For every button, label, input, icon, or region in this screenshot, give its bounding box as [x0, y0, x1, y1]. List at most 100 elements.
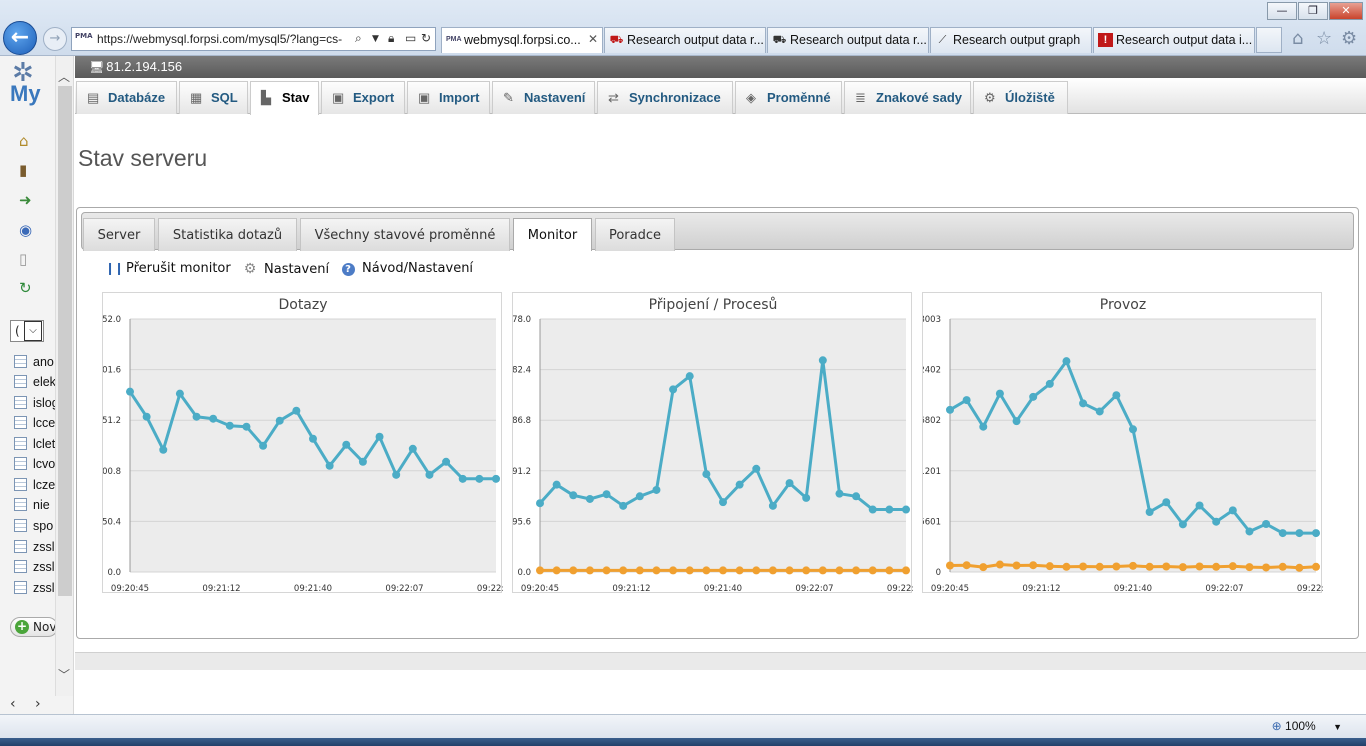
docs-icon[interactable]: ◉ [19, 221, 32, 239]
subtab-query-stats[interactable]: Statistika dotazů [158, 218, 297, 251]
table-list-item[interactable]: zssl [14, 581, 58, 599]
table-list-item[interactable]: lcze [14, 478, 58, 496]
tab-variables[interactable]: ◈ Proměnné [735, 81, 842, 114]
address-url: https://webmysql.forpsi.com/mysql5/?lang… [97, 32, 343, 46]
data-point [902, 505, 910, 514]
table-list-item[interactable]: lcce [14, 416, 58, 434]
horizontal-scrollbar[interactable]: ‹ › [0, 696, 74, 714]
address-bar[interactable]: PMA https://webmysql.forpsi.com/mysql5/?… [71, 27, 436, 51]
table-name: lcvo [33, 457, 56, 471]
table-list-item[interactable]: lclet [14, 437, 58, 455]
lock-icon[interactable]: 🔒︎ [388, 31, 394, 46]
scroll-down-icon[interactable]: ﹀ [58, 666, 70, 683]
search-icon[interactable]: ⌕ [355, 31, 362, 46]
chart-traffic: Provoz 78003 62402 46802 31201 15601 0 09:20:45… [922, 292, 1323, 594]
table-name: spo [33, 519, 54, 533]
x-tick-label: 09:21:12 [612, 584, 650, 594]
tab-status[interactable]: ▙ Stav [250, 81, 319, 115]
settings-label: Nastavení [264, 262, 330, 277]
tab-sql[interactable]: ▦ SQL [179, 81, 248, 114]
y-tick-label: 95.6 [513, 517, 531, 527]
table-list-item[interactable]: lcvo [14, 457, 58, 475]
dropdown-arrow-icon[interactable]: ▼ [372, 34, 379, 44]
chart-traffic-svg: Provoz 78003 62402 46802 31201 15601 0 09:20:45… [923, 297, 1323, 594]
data-point [1228, 562, 1237, 571]
browser-tab-5[interactable]: ! Research output data i... [1093, 27, 1255, 53]
tab-charsets[interactable]: ≣ Znakové sady [844, 81, 971, 114]
pma-favicon-icon: PMA [75, 32, 93, 40]
reload-icon[interactable]: ↻ [19, 279, 32, 297]
data-point [309, 434, 317, 443]
back-button[interactable]: ← [3, 21, 37, 55]
sync-icon: ⇄ [608, 90, 619, 105]
chart-queries: Dotazy 25252.0 20201.6 15151.2 10100.8 5050.4… [102, 292, 503, 594]
new-database-button[interactable]: + Nov [10, 617, 58, 637]
close-tab-icon[interactable]: ✕ [588, 32, 598, 46]
subtab-server[interactable]: Server [83, 218, 155, 251]
truck-icon: ⛟ [609, 34, 624, 46]
y-tick-label: 191.2 [513, 467, 531, 477]
status-panel: Server Statistika dotazů Všechny stavové… [76, 207, 1359, 639]
subtab-advisor[interactable]: Poradce [595, 218, 675, 251]
table-list-item[interactable]: zssl [14, 540, 58, 558]
browser-tab-label: webmysql.forpsi.co... [464, 33, 581, 47]
logout-icon[interactable]: ▮ [19, 161, 27, 179]
tab-databases[interactable]: ▤ Databáze [76, 81, 177, 114]
data-point [785, 479, 794, 488]
zoom-control[interactable]: ⊕ 100% ▼ [1272, 719, 1342, 733]
browser-tab-2[interactable]: ⛟ Research output data r... [604, 27, 766, 53]
new-tab-button[interactable] [1256, 27, 1282, 53]
tab-import[interactable]: ▣ Import [407, 81, 490, 114]
table-list-item[interactable]: zssl [14, 560, 58, 578]
browser-tab-4[interactable]: ⟋ Research output graph [930, 27, 1092, 53]
table-list-item[interactable]: ano [14, 355, 58, 373]
table-list-item[interactable]: islog [14, 396, 58, 414]
refresh-icon[interactable]: ↻ [421, 31, 431, 45]
restore-button[interactable]: ❐ [1298, 2, 1328, 20]
settings-link[interactable]: ⚙ Nastavení [243, 261, 329, 277]
tab-label: Export [353, 90, 395, 105]
subtab-all-status-variables[interactable]: Všechny stavové proměnné [300, 218, 510, 251]
tools-gear-icon[interactable]: ⚙ [1341, 28, 1357, 49]
query-window-icon[interactable]: ➜ [19, 191, 32, 209]
minimize-button[interactable]: — [1267, 2, 1297, 20]
scrollbar-thumb[interactable] [58, 86, 72, 596]
data-point [475, 474, 484, 483]
tab-storage[interactable]: ⚙ Úložiště [973, 81, 1068, 114]
server-address[interactable]: 81.2.194.156 [106, 59, 182, 74]
table-list-item[interactable]: spo [14, 519, 58, 537]
y-tick-label: 15601 [923, 517, 941, 527]
scroll-left-icon[interactable]: ‹ [10, 696, 16, 712]
window-close-button[interactable]: ✕ [1329, 2, 1363, 20]
browser-tab-3[interactable]: ⛟ Research output data r... [767, 27, 929, 53]
data-point [685, 372, 694, 381]
data-point [719, 498, 727, 507]
data-point [768, 566, 777, 575]
data-point [1062, 562, 1071, 571]
scroll-up-icon[interactable]: ︿ [58, 68, 70, 85]
data-point [1095, 407, 1104, 416]
doc-page-icon[interactable]: ▯ [19, 250, 27, 268]
x-tick-label: 09:22:35 [477, 584, 503, 594]
subtab-monitor[interactable]: Monitor [513, 218, 592, 251]
home-icon[interactable]: ⌂ [19, 132, 29, 150]
tab-settings[interactable]: ✎ Nastavení [492, 81, 595, 114]
table-list-item[interactable]: nie [14, 498, 58, 516]
navigation-scrollbar[interactable]: ︿ ﹀ [55, 56, 73, 696]
browser-tab-1[interactable]: PMA webmysql.forpsi.co... ✕ [441, 27, 603, 53]
compat-view-icon[interactable]: ▭ [405, 31, 416, 45]
tab-export[interactable]: ▣ Export [321, 81, 405, 114]
forward-button[interactable]: → [43, 27, 67, 51]
data-point [1162, 498, 1171, 507]
server-breadcrumb: 🖥︎ 81.2.194.156 [75, 56, 1366, 78]
table-list-item[interactable]: elek [14, 375, 58, 393]
database-select[interactable]: ( ⌵ [10, 320, 44, 342]
help-settings-link[interactable]: ? Návod/Nastavení [341, 261, 473, 276]
table-name: nie [33, 498, 50, 512]
pause-monitor-link[interactable]: ❙❙ Přerušit monitor [105, 261, 231, 276]
scroll-right-icon[interactable]: › [35, 696, 41, 712]
tab-synchronize[interactable]: ⇄ Synchronizace [597, 81, 733, 114]
home-icon[interactable]: ⌂ [1292, 28, 1303, 49]
favorites-star-icon[interactable]: ☆ [1316, 28, 1332, 49]
data-point [458, 474, 467, 483]
